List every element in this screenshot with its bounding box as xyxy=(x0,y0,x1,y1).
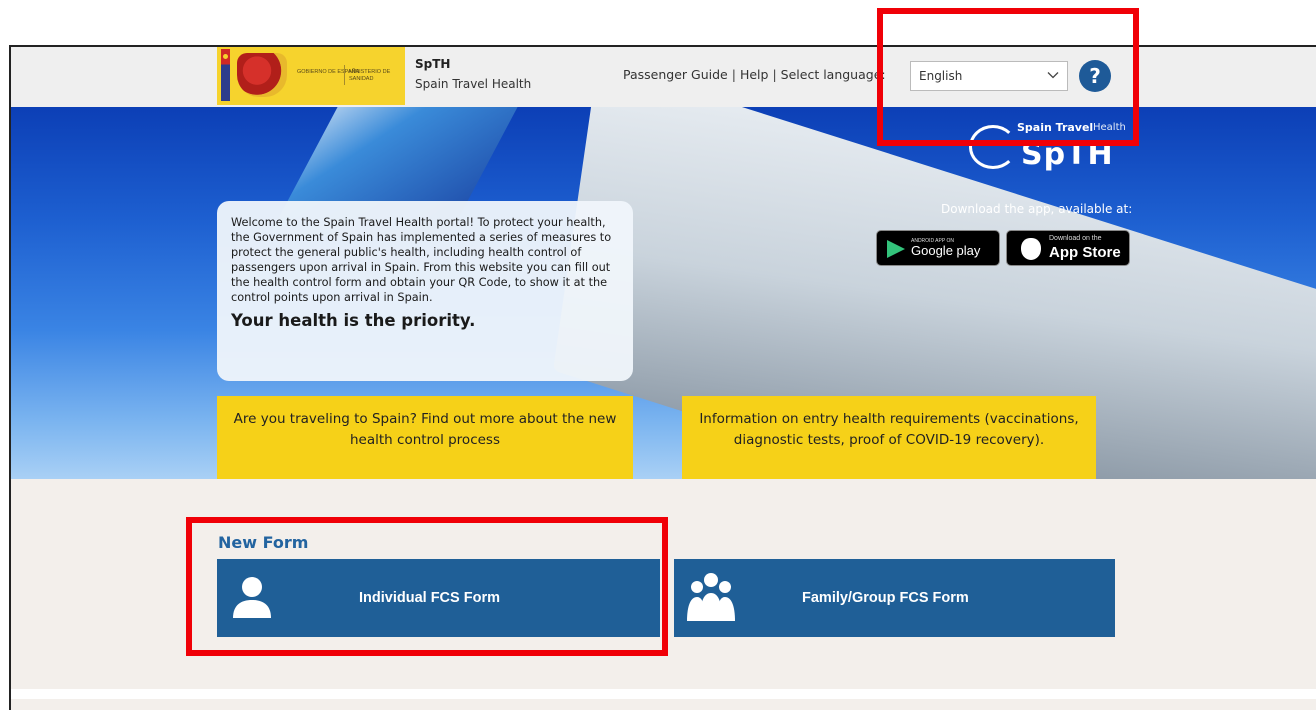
logo-divider xyxy=(344,65,345,85)
passenger-guide-link[interactable]: Passenger Guide xyxy=(623,67,728,82)
footer-band xyxy=(11,689,1316,710)
top-nav: Passenger Guide | Help | Select language: xyxy=(623,67,886,82)
app-store-label: App Store xyxy=(1049,244,1121,261)
welcome-headline: Your health is the priority. xyxy=(231,311,476,330)
traveling-to-spain-button[interactable]: Are you traveling to Spain? Find out mor… xyxy=(217,396,633,479)
nav-separator: | xyxy=(731,67,736,82)
group-form-label: Family/Group FCS Form xyxy=(802,590,969,606)
google-play-icon xyxy=(887,240,905,258)
ministerio-text: MINISTERIO DE SANIDAD xyxy=(349,69,391,82)
app-download-caption: Download the app, available at: xyxy=(941,202,1133,216)
welcome-panel: Welcome to the Spain Travel Health porta… xyxy=(217,201,633,381)
individual-form-highlight-box xyxy=(186,517,668,656)
site-name: SpTH xyxy=(415,57,451,71)
eu-flag-icon xyxy=(221,49,230,101)
google-play-label: Google play xyxy=(911,243,981,258)
app-store-small-text: Download on the xyxy=(1049,235,1102,242)
select-language-label: Select language: xyxy=(780,67,886,82)
family-group-icon xyxy=(687,573,735,621)
welcome-text: Welcome to the Spain Travel Health porta… xyxy=(231,216,612,304)
nav-separator: | xyxy=(772,67,777,82)
help-link[interactable]: Help xyxy=(740,67,769,82)
language-highlight-box xyxy=(877,8,1139,146)
government-logo[interactable]: GOBIERNO DE ESPAÑA MINISTERIO DE SANIDAD xyxy=(217,47,405,105)
apple-icon xyxy=(1021,238,1041,260)
group-form-button[interactable]: Family/Group FCS Form xyxy=(674,559,1115,637)
app-store-button[interactable]: Download on the App Store xyxy=(1006,230,1130,266)
coat-of-arms-icon xyxy=(237,53,287,97)
google-play-button[interactable]: ANDROID APP ON Google play xyxy=(876,230,1000,266)
entry-requirements-button[interactable]: Information on entry health requirements… xyxy=(682,396,1096,479)
site-subtitle: Spain Travel Health xyxy=(415,77,532,91)
hero-banner: Spain Travel Health SpTH Download the ap… xyxy=(11,107,1316,479)
